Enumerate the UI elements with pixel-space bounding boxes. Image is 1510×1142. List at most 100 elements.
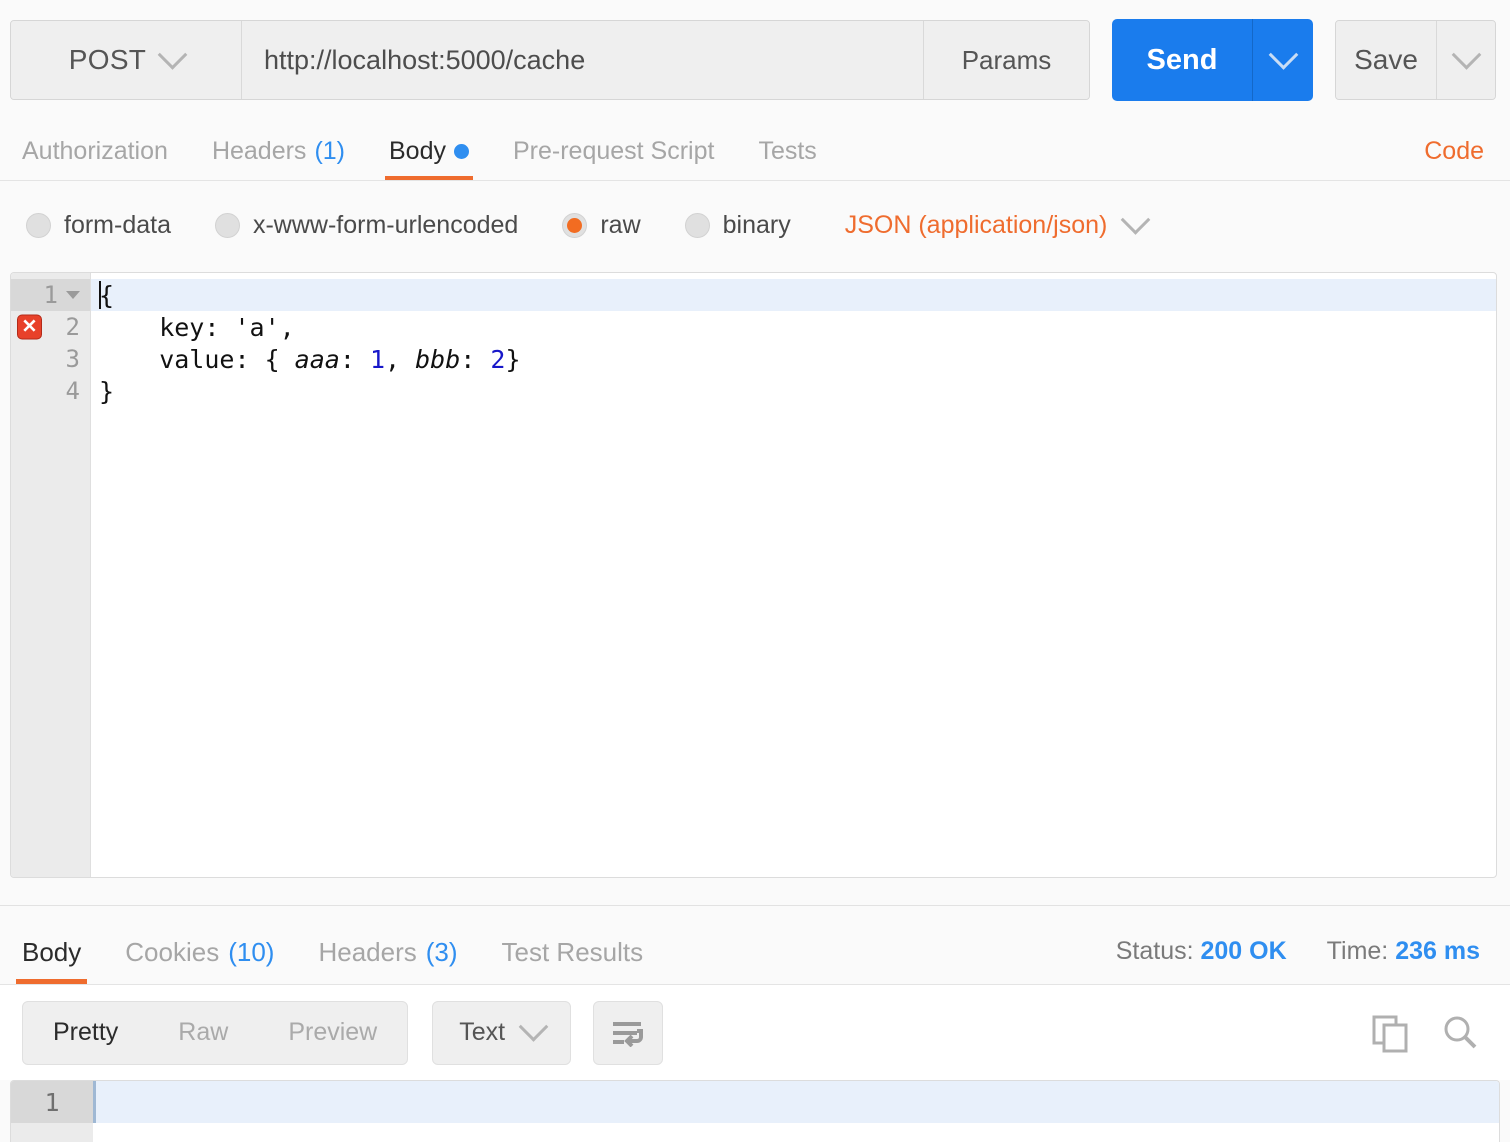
http-method-select[interactable]: POST — [11, 21, 242, 99]
code-text: : — [340, 345, 370, 374]
body-type-row: form-data x-www-form-urlencoded raw bina… — [0, 181, 1510, 269]
response-tab-headers[interactable]: Headers (3) — [296, 937, 479, 984]
url-group: POST Params — [10, 20, 1090, 100]
response-format-select[interactable]: Text — [432, 1001, 571, 1065]
body-type-raw[interactable]: raw — [562, 211, 640, 240]
tab-pre-request-script[interactable]: Pre-request Script — [491, 137, 736, 180]
radio-icon — [215, 213, 240, 238]
response-mode-raw[interactable]: Raw — [148, 1002, 258, 1064]
editor-gutter: 1 ✕ 2 3 4 — [11, 273, 91, 877]
radio-selected-icon — [562, 213, 587, 238]
line-number: 4 — [66, 377, 80, 405]
chevron-down-icon — [158, 39, 188, 69]
tab-label: Pre-request Script — [513, 137, 714, 166]
tab-label: Tests — [758, 137, 816, 166]
gutter-line[interactable]: 4 — [11, 375, 90, 407]
tab-label: Test Results — [502, 937, 644, 968]
response-code-area[interactable] — [93, 1081, 1499, 1142]
tab-tests[interactable]: Tests — [736, 137, 838, 180]
tab-body[interactable]: Body — [367, 137, 491, 180]
code-line[interactable]: value: { aaa: 1, bbb: 2} — [91, 343, 1496, 375]
gutter-line[interactable]: 1 — [11, 1081, 93, 1123]
save-options-button[interactable] — [1436, 21, 1495, 99]
line-number: 3 — [66, 345, 80, 373]
code-text: : — [460, 345, 490, 374]
response-view-toolbar: Pretty Raw Preview Text — [0, 985, 1510, 1080]
radio-icon — [685, 213, 710, 238]
code-line[interactable] — [93, 1081, 1499, 1123]
response-mode-preview[interactable]: Preview — [258, 1002, 407, 1064]
gutter-line[interactable]: 3 — [11, 343, 90, 375]
copy-button[interactable] — [1370, 1013, 1410, 1053]
code-line[interactable]: key: 'a', — [91, 311, 1496, 343]
response-tab-test-results[interactable]: Test Results — [480, 937, 666, 984]
code-line[interactable]: { — [91, 279, 1496, 311]
response-mode-group: Pretty Raw Preview — [22, 1001, 408, 1065]
response-actions — [1370, 1013, 1480, 1053]
code-key: bbb — [415, 345, 460, 374]
tab-label: Body — [389, 137, 446, 166]
status-value: 200 OK — [1201, 937, 1287, 965]
response-gutter: 1 — [11, 1081, 93, 1142]
code-text: } — [99, 377, 114, 406]
content-type-label: JSON (application/json) — [845, 211, 1108, 240]
search-icon — [1440, 1013, 1480, 1053]
code-text: } — [505, 345, 520, 374]
body-type-binary[interactable]: binary — [685, 211, 791, 240]
send-options-button[interactable] — [1252, 19, 1313, 101]
tab-headers[interactable]: Headers (1) — [190, 137, 367, 180]
radio-icon — [26, 213, 51, 238]
tab-count: (3) — [426, 937, 458, 968]
code-key: aaa — [295, 345, 340, 374]
code-text: value: { — [99, 345, 295, 374]
code-number: 2 — [490, 345, 505, 374]
radio-label: x-www-form-urlencoded — [253, 211, 518, 240]
word-wrap-button[interactable] — [593, 1001, 663, 1065]
request-body-editor[interactable]: 1 ✕ 2 3 4 { key: 'a', value: { aaa: 1, b… — [10, 272, 1497, 878]
fold-arrow-icon[interactable] — [66, 291, 80, 299]
tab-count: (10) — [228, 937, 274, 968]
tab-count: (1) — [314, 137, 345, 166]
radio-label: form-data — [64, 211, 171, 240]
save-group: Save — [1335, 20, 1496, 100]
request-url-input[interactable] — [242, 21, 923, 99]
line-number: 2 — [66, 313, 80, 341]
content-type-select[interactable]: JSON (application/json) — [845, 211, 1147, 240]
body-type-urlencoded[interactable]: x-www-form-urlencoded — [215, 211, 518, 240]
word-wrap-icon — [611, 1019, 645, 1047]
code-number: 1 — [370, 345, 385, 374]
code-line[interactable]: } — [91, 375, 1496, 407]
line-number: 1 — [44, 281, 58, 309]
params-button[interactable]: Params — [923, 21, 1089, 99]
tab-label: Body — [22, 937, 81, 968]
save-button[interactable]: Save — [1336, 21, 1436, 99]
body-type-form-data[interactable]: form-data — [26, 211, 171, 240]
http-method-label: POST — [69, 44, 146, 76]
response-tab-cookies[interactable]: Cookies (10) — [103, 937, 296, 984]
editor-code-area[interactable]: { key: 'a', value: { aaa: 1, bbb: 2} } — [91, 273, 1496, 877]
status-indicator: Status: 200 OK — [1116, 937, 1287, 966]
response-tab-body[interactable]: Body — [0, 937, 103, 984]
error-marker-icon[interactable]: ✕ — [17, 315, 42, 340]
send-button[interactable]: Send — [1112, 19, 1252, 101]
body-modified-dot-icon — [454, 144, 469, 159]
response-mode-pretty[interactable]: Pretty — [23, 1002, 148, 1064]
gutter-line[interactable]: 1 — [11, 279, 90, 311]
code-text: { — [99, 281, 114, 310]
tab-authorization[interactable]: Authorization — [0, 137, 190, 180]
tab-label: Headers — [318, 937, 416, 968]
gutter-line[interactable]: ✕ 2 — [11, 311, 90, 343]
request-tabs: Authorization Headers (1) Body Pre-reque… — [0, 120, 1510, 181]
radio-label: binary — [723, 211, 791, 240]
time-indicator: Time: 236 ms — [1327, 937, 1480, 966]
tab-label: Cookies — [125, 937, 219, 968]
response-body-editor[interactable]: 1 — [10, 1080, 1500, 1142]
chevron-down-icon — [1121, 204, 1151, 234]
send-group: Send — [1112, 19, 1313, 101]
code-link[interactable]: Code — [1424, 137, 1484, 166]
response-meta: Status: 200 OK Time: 236 ms — [1116, 937, 1480, 966]
time-value: 236 ms — [1395, 937, 1480, 965]
chevron-down-icon — [519, 1012, 549, 1042]
tab-label: Headers — [212, 137, 307, 166]
search-button[interactable] — [1440, 1013, 1480, 1053]
